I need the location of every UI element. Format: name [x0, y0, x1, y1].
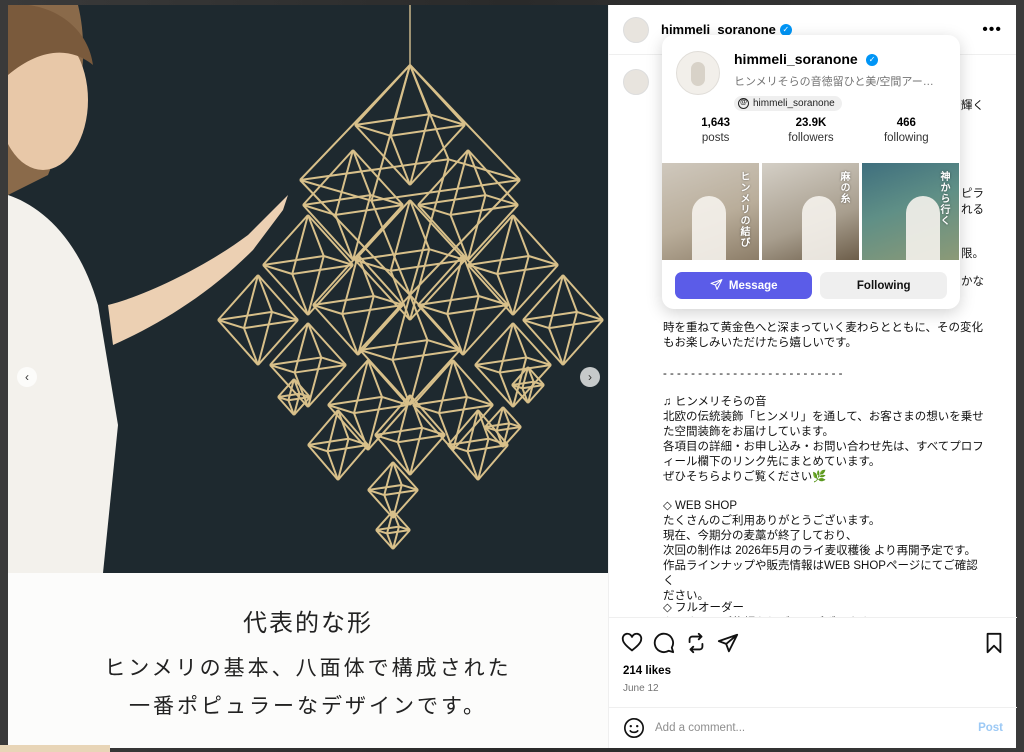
share-icon[interactable]	[717, 632, 739, 654]
caption-fragment: かな	[961, 276, 984, 288]
caption-line: ◇ フルオーダー	[663, 602, 745, 614]
verified-icon: ✓	[866, 53, 879, 66]
image-caption-line: 一番ポピュラーなデザインです。	[129, 694, 487, 718]
thumbnail-text: ヒンメリの結び	[738, 171, 749, 248]
post-comment-button[interactable]: Post	[978, 722, 1003, 734]
avatar[interactable]	[623, 69, 649, 95]
caption-block-d: ◇ フルオーダーたくさんのご依頼ありがとうございます。	[663, 601, 987, 617]
repost-icon[interactable]	[685, 632, 707, 654]
caption-line: た空間装飾をお届けしています。	[663, 426, 835, 438]
message-button[interactable]: Message	[675, 272, 813, 299]
post-photo	[8, 5, 608, 573]
post-date[interactable]: June 12	[623, 683, 659, 694]
recent-posts-grid: ヒンメリの結び 麻の糸 神から行く	[662, 163, 960, 260]
stat-value: 1,643	[701, 117, 731, 129]
caption-block-b: ♫ ヒンメリそらの音北欧の伝統装飾「ヒンメリ」を通して、お客さまの想いを乗せ た空…	[663, 395, 987, 485]
post-modal: ‹ › 代表的な形 ヒンメリの基本、八面体で構成された 一番ポピュラーなデザイン…	[8, 5, 1017, 748]
caption-line: ぜひそちらよりご覧ください🌿	[663, 471, 827, 483]
image-caption-block: 代表的な形 ヒンメリの基本、八面体で構成された 一番ポピュラーなデザインです。	[8, 573, 608, 748]
threads-icon: @	[738, 98, 749, 109]
caption-block-c: ◇ WEB SHOP たくさんのご利用ありがとうございます。 現在、今期分の麦藁が終…	[663, 499, 987, 604]
profile-hover-card: himmeli_soranone ✓ ヒンメリそらの音徳留ひと美/空間アー… @…	[662, 35, 960, 309]
stat-label: followers	[788, 132, 834, 144]
emoji-icon[interactable]	[623, 717, 645, 739]
himmeli-photo-illustration	[8, 5, 608, 573]
following-button[interactable]: Following	[820, 272, 947, 299]
caption-line: 各項目の詳細・お申し込み・お問い合わせ先は、すべてプロフ	[663, 441, 984, 453]
thumbnail-text: 神から行く	[938, 171, 949, 226]
caption-line: たくさんのご利用ありがとうございます。	[663, 515, 881, 527]
send-icon	[710, 278, 723, 294]
caption-divider: - - - - - - - - - - - - - - - - - - - - …	[663, 368, 843, 380]
stat-value: 23.9K	[795, 117, 827, 129]
save-bookmark-icon[interactable]	[983, 632, 1005, 654]
thumbnail-text: 麻の糸	[838, 171, 849, 204]
comment-bar: Post	[609, 707, 1017, 748]
hovercard-bio: ヒンメリそらの音徳留ひと美/空間アー…	[734, 76, 934, 88]
avatar[interactable]	[623, 16, 649, 43]
post-side-panel: himmeli_soranone ✓ ••• 輝くピラれる限。かな 時を重ねて黄…	[608, 5, 1017, 748]
caption-line: 北欧の伝統装飾「ヒンメリ」を通して、お客さまの想いを乗せ	[663, 411, 984, 423]
caption-line: 作品ラインナップや販売情報はWEB SHOPページにてご確認く	[663, 560, 978, 587]
stat-following: 466 following	[861, 117, 951, 163]
like-heart-icon[interactable]	[621, 632, 643, 654]
image-caption-title: 代表的な形	[243, 609, 373, 637]
stat-posts: 1,643 posts	[671, 117, 761, 163]
caption-fragment: れる	[961, 204, 984, 216]
stat-followers: 23.9K followers	[766, 117, 856, 163]
recent-post-thumbnail[interactable]: 神から行く	[862, 163, 959, 260]
message-label: Message	[728, 279, 778, 292]
caption-fragment: 輝く	[961, 100, 984, 112]
avatar[interactable]	[676, 51, 720, 95]
caption-line: もお楽しみいただけたら嬉しいです。	[663, 337, 858, 349]
caption-block-a: 時を重ねて黄金色へと深まっていく麦わらとともに、その変化 もお楽しみいただけたら嬉…	[663, 321, 987, 351]
next-image-button[interactable]: ›	[580, 367, 600, 387]
caption-fragment: 限。	[961, 248, 984, 260]
likes-count[interactable]: 214 likes	[623, 665, 671, 677]
stat-label: following	[883, 132, 929, 144]
stat-label: posts	[701, 132, 730, 144]
hovercard-username[interactable]: himmeli_soranone	[734, 51, 858, 67]
caption-line: 次回の制作は 2026年5月のライ麦収穫後 より再開予定です。	[663, 545, 976, 557]
more-options-icon[interactable]: •••	[982, 21, 1002, 39]
profile-stats: 1,643 posts 23.9K followers 466 followin…	[662, 117, 960, 163]
caption-line: ♫ ヒンメリそらの音	[663, 396, 767, 408]
image-caption-line: ヒンメリの基本、八面体で構成された	[104, 656, 512, 680]
previous-image-button[interactable]: ‹	[17, 367, 37, 387]
post-actions	[609, 617, 1017, 665]
post-media: ‹ › 代表的な形 ヒンメリの基本、八面体で構成された 一番ポピュラーなデザイン…	[8, 5, 608, 748]
caption-fragment: ピラ	[961, 188, 984, 200]
recent-post-thumbnail[interactable]: ヒンメリの結び	[662, 163, 759, 260]
caption-line: 時を重ねて黄金色へと深まっていく麦わらとともに、その変化	[663, 322, 984, 334]
comment-input[interactable]	[655, 722, 955, 734]
caption-line: ィール欄下のリンク先にまとめています。	[663, 456, 881, 468]
comment-icon[interactable]	[653, 632, 675, 654]
verified-icon: ✓	[779, 23, 792, 36]
taskbar-fragment	[0, 745, 110, 752]
stat-value: 466	[896, 117, 916, 129]
recent-post-thumbnail[interactable]: 麻の糸	[762, 163, 859, 260]
threads-handle: himmeli_soranone	[753, 98, 835, 109]
threads-badge[interactable]: @ himmeli_soranone	[734, 96, 842, 111]
caption-line: 現在、今期分の麦藁が終了しており、	[663, 530, 858, 542]
caption-line: ◇ WEB SHOP	[663, 500, 738, 512]
